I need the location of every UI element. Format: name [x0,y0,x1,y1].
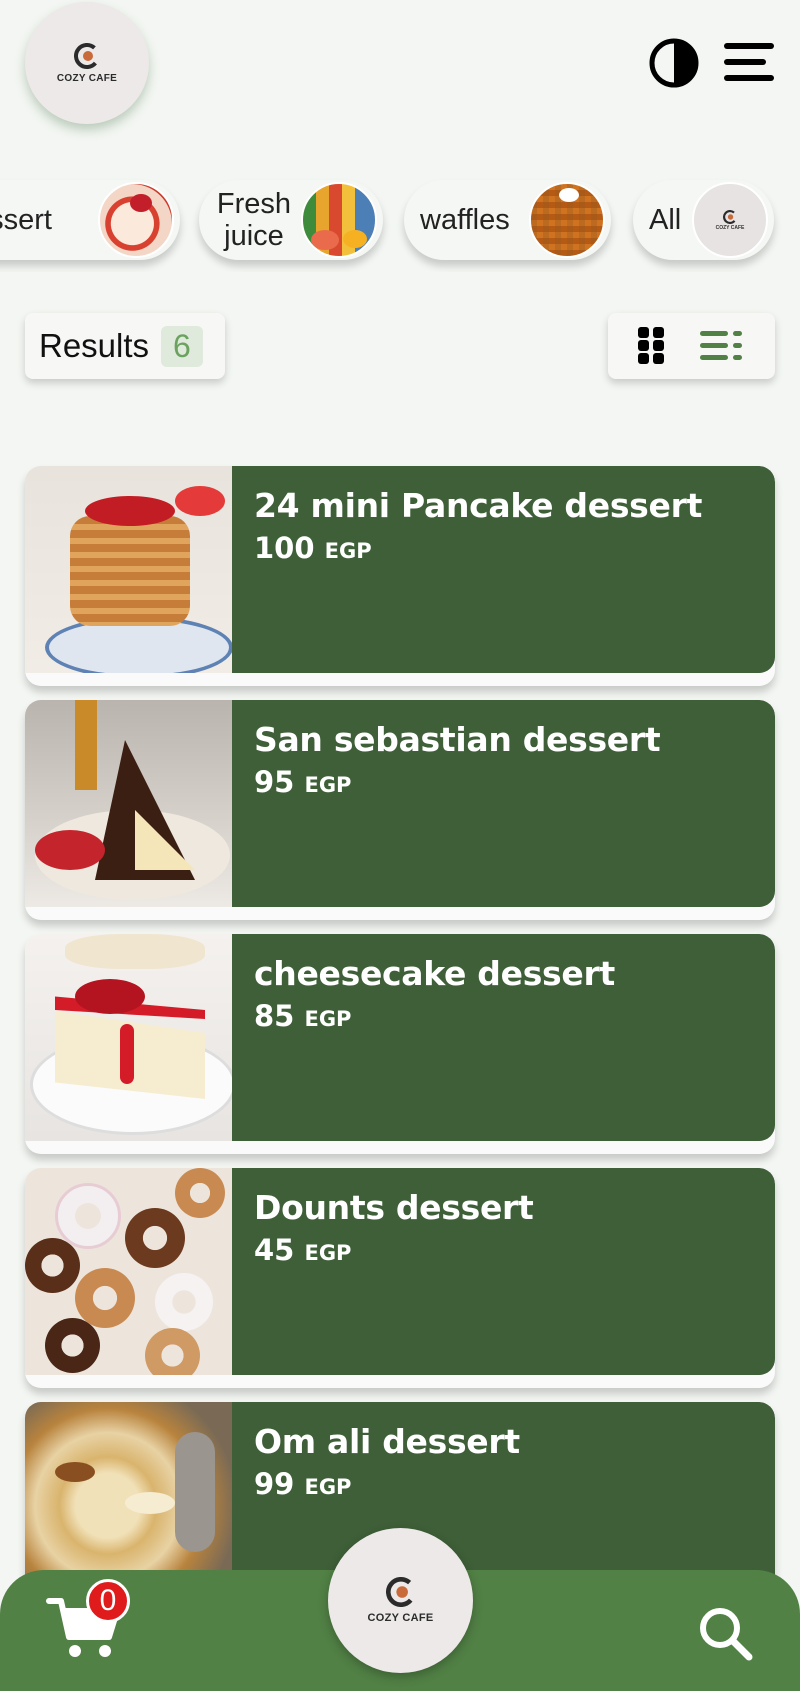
item-details: cheesecake dessert 85 EGP [232,934,775,1141]
item-details: San sebastian dessert 95 EGP [232,700,775,907]
san-sebastian-image [25,700,232,907]
cheesecake-image [25,934,232,1141]
price-value: 99 [254,1467,295,1501]
view-toggle[interactable] [608,313,775,379]
results-summary: Results 6 [25,313,225,379]
item-name: San sebastian dessert [254,720,661,759]
menu-item-card[interactable]: San sebastian dessert 95 EGP [25,700,775,920]
logo-text: COZY CAFE [367,1612,434,1624]
item-price: 100 EGP [254,531,753,565]
menu-item-card[interactable]: cheesecake dessert 85 EGP [25,934,775,1154]
results-label: Results [39,327,150,364]
item-price: 45 EGP [254,1233,753,1267]
item-name: Dounts dessert [254,1188,534,1227]
category-strip[interactable]: Dessert Fresh juice waffles All COZY CAF… [0,172,800,272]
item-name: 24 mini Pancake dessert [254,486,703,525]
item-price: 95 EGP [254,765,753,799]
list-view-icon[interactable] [700,331,742,365]
cart-count-badge: 0 [86,1579,130,1623]
currency: EGP [304,1475,352,1499]
category-label: Fresh juice [216,188,292,252]
category-waffles[interactable]: waffles [404,180,611,260]
price-value: 100 [254,531,315,565]
logo-text: COZY CAFE [715,224,745,231]
item-price: 99 EGP [254,1467,753,1501]
cozy-cafe-logo-icon [385,1577,416,1607]
hamburger-menu-icon[interactable] [722,38,776,86]
juice-image [301,182,377,258]
currency: EGP [304,773,352,797]
cozy-cafe-logo-icon [723,209,737,224]
contrast-icon[interactable] [648,37,700,89]
logo-text: COZY CAFE [56,72,118,84]
category-all[interactable]: All COZY CAFE [633,180,774,260]
waffles-image [529,182,605,258]
currency: EGP [324,539,372,563]
cozy-cafe-logo-icon [74,42,100,69]
item-details: 24 mini Pancake dessert 100 EGP [232,466,775,673]
dessert-image [98,182,174,258]
category-label: All [649,204,682,236]
item-price: 85 EGP [254,999,753,1033]
price-value: 45 [254,1233,295,1267]
cozy-cafe-logo: COZY CAFE [692,182,768,258]
currency: EGP [304,1241,352,1265]
category-label: Dessert [0,204,52,236]
pancake-image [25,466,232,673]
category-dessert[interactable]: Dessert [0,180,180,260]
donuts-image [25,1168,232,1375]
header-logo[interactable]: COZY CAFE [25,2,149,124]
category-fresh-juice[interactable]: Fresh juice [199,180,383,260]
item-details: Dounts dessert 45 EGP [232,1168,775,1375]
grid-view-icon[interactable] [638,327,666,365]
item-name: Om ali dessert [254,1422,520,1461]
price-value: 85 [254,999,295,1033]
category-label: waffles [420,204,510,236]
item-name: cheesecake dessert [254,954,615,993]
price-value: 95 [254,765,295,799]
home-logo-button[interactable]: COZY CAFE [328,1528,473,1673]
results-count-badge: 6 [161,325,203,367]
menu-item-card[interactable]: 24 mini Pancake dessert 100 EGP [25,466,775,686]
menu-item-card[interactable]: Dounts dessert 45 EGP [25,1168,775,1388]
search-icon[interactable] [697,1605,753,1661]
currency: EGP [304,1007,352,1031]
